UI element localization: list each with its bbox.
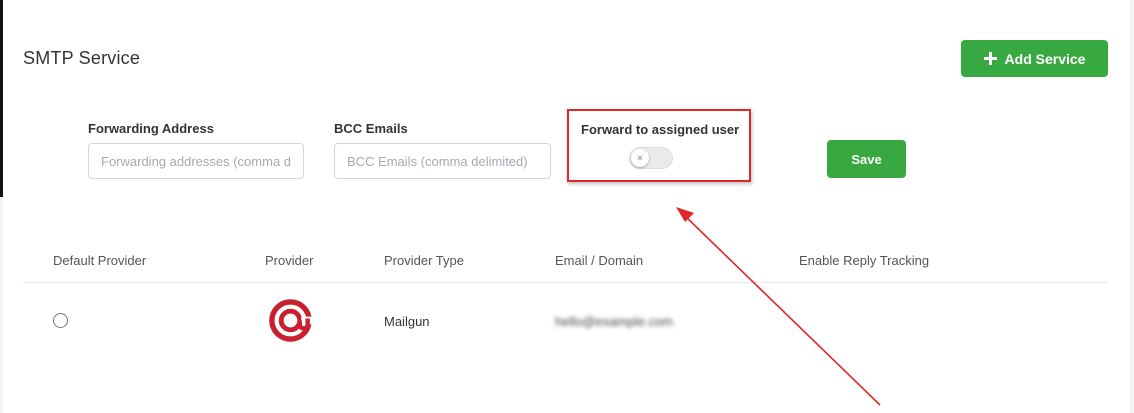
annotation-arrow <box>676 207 881 406</box>
